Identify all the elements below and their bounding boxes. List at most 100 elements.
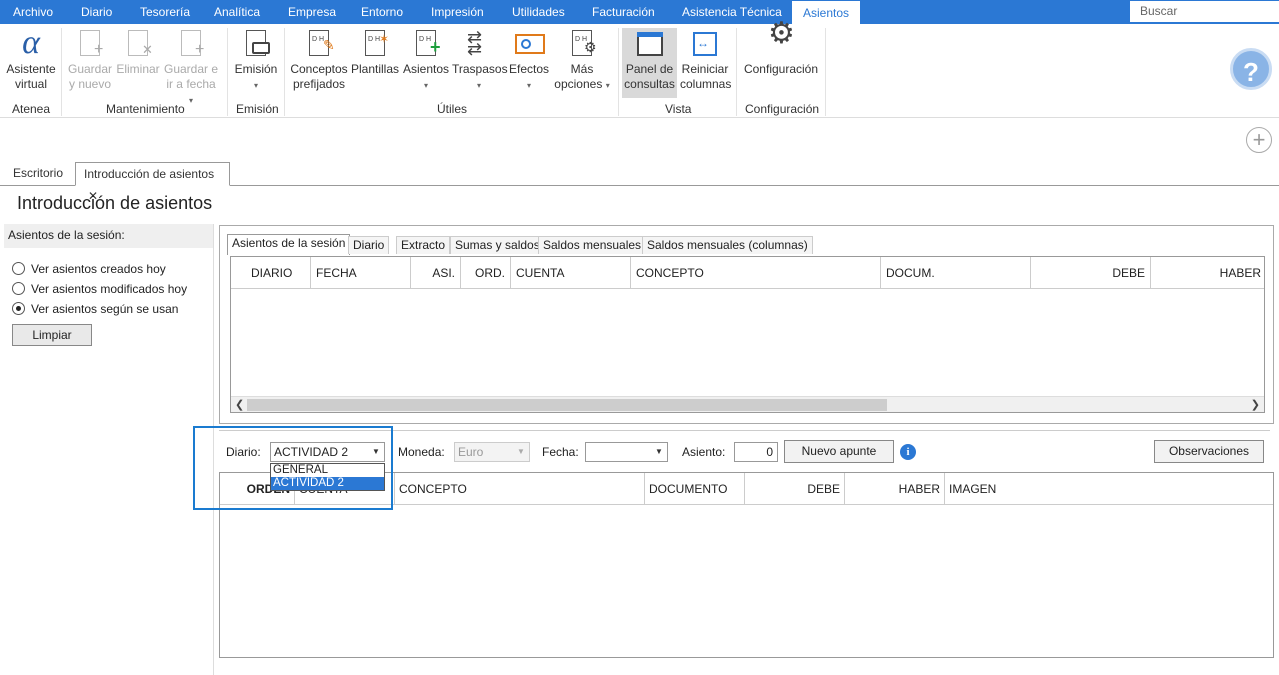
dropdown-arrow-icon[interactable]: ▼ bbox=[513, 443, 529, 461]
radio-label: Ver asientos modificados hoy bbox=[31, 282, 188, 296]
tab-sumas-saldos[interactable]: Sumas y saldos bbox=[450, 236, 545, 254]
scroll-left-icon[interactable]: ❮ bbox=[235, 397, 244, 412]
mas-opciones-button[interactable]: D H ⚙ Más opciones ▾ bbox=[552, 28, 612, 93]
asientos-button[interactable]: D H + Asientos ▾ bbox=[403, 28, 449, 93]
group-label-utiles: Útiles bbox=[437, 102, 468, 116]
tab-saldos-mensuales-columnas[interactable]: Saldos mensuales (columnas) bbox=[642, 236, 813, 254]
asiento-label: Asiento: bbox=[682, 445, 726, 459]
tab-asientos-sesion[interactable]: Asientos de la sesión bbox=[227, 234, 351, 255]
menu-tab-analitica[interactable]: Analítica bbox=[214, 0, 260, 24]
configuracion-button[interactable]: ⚙ Configuración bbox=[742, 17, 820, 77]
gear-icon: ⚙ bbox=[768, 17, 795, 50]
reiniciar-label-2: columnas bbox=[680, 77, 732, 91]
group-separator bbox=[227, 28, 228, 116]
chevron-down-icon: ▾ bbox=[605, 81, 610, 90]
column-header[interactable]: FECHA bbox=[311, 257, 411, 289]
observaciones-button[interactable]: Observaciones bbox=[1154, 440, 1264, 463]
eliminar-label: Eliminar bbox=[116, 62, 160, 76]
panel-consultas-button[interactable]: Panel de consultas bbox=[622, 28, 677, 98]
chevron-down-icon: ▾ bbox=[423, 81, 428, 90]
info-icon[interactable]: i bbox=[900, 444, 916, 460]
menu-tab-archivo[interactable]: Archivo bbox=[13, 0, 53, 24]
column-header[interactable]: CONCEPTO bbox=[395, 473, 645, 505]
tab-escritorio[interactable]: Escritorio bbox=[5, 162, 71, 186]
radio-segun-se-usan[interactable]: Ver asientos según se usan bbox=[12, 302, 178, 316]
nuevo-apunte-button[interactable]: Nuevo apunte bbox=[784, 440, 894, 463]
moneda-label: Moneda: bbox=[398, 445, 445, 459]
menu-tab-utilidades[interactable]: Utilidades bbox=[512, 0, 565, 24]
efectos-button[interactable]: Efectos ▾ bbox=[509, 28, 549, 93]
scrollbar-thumb[interactable] bbox=[247, 399, 887, 411]
asiento-input[interactable]: 0 bbox=[734, 442, 778, 462]
fecha-picker[interactable]: ▼ bbox=[585, 442, 668, 462]
fecha-label: Fecha: bbox=[542, 445, 579, 459]
column-header[interactable]: CONCEPTO bbox=[631, 257, 881, 289]
tab-extracto[interactable]: Extracto bbox=[396, 236, 451, 254]
dropdown-arrow-icon[interactable]: ▼ bbox=[651, 443, 667, 461]
reiniciar-columnas-button[interactable]: ↔ Reiniciar columnas bbox=[680, 28, 732, 92]
menu-tab-diario[interactable]: Diario bbox=[81, 0, 112, 24]
traspasos-button[interactable]: ⇄ ⇄ Traspasos ▾ bbox=[452, 28, 508, 93]
guardar-y-nuevo-button[interactable]: + Guardar y nuevo bbox=[67, 28, 113, 92]
mas-label-2: opciones bbox=[554, 77, 603, 91]
moneda-selected-value: Euro bbox=[458, 445, 484, 459]
tab-introduccion-asientos[interactable]: Introducción de asientos ✕ bbox=[75, 162, 230, 203]
session-panel: Asientos de la sesión: Ver asientos crea… bbox=[4, 224, 213, 675]
column-header[interactable]: DOCUM. bbox=[881, 257, 1031, 289]
chevron-down-icon: ▾ bbox=[188, 96, 193, 105]
document-edit-icon: D H ✎ bbox=[303, 28, 335, 60]
asistente-virtual-button[interactable]: α Asistente virtual bbox=[6, 26, 56, 92]
tab-diario[interactable]: Diario bbox=[348, 236, 390, 254]
radio-creados-hoy[interactable]: Ver asientos creados hoy bbox=[12, 262, 166, 276]
session-header: Asientos de la sesión: bbox=[4, 224, 213, 248]
column-header[interactable]: CUENTA bbox=[511, 257, 631, 289]
menu-tab-entorno[interactable]: Entorno bbox=[361, 0, 403, 24]
column-header[interactable]: ORD. bbox=[461, 257, 511, 289]
reiniciar-label-1: Reiniciar bbox=[681, 62, 729, 76]
eliminar-button[interactable]: ✕ Eliminar bbox=[116, 28, 160, 77]
radio-icon bbox=[12, 282, 25, 295]
guardar-ir-fecha-button[interactable]: + Guardar e ir a fecha ▾ bbox=[163, 28, 219, 108]
menu-tab-asistencia-tecnica[interactable]: Asistencia Técnica bbox=[682, 0, 782, 24]
menu-tab-tesoreria[interactable]: Tesorería bbox=[140, 0, 190, 24]
panel-label-2: consultas bbox=[624, 77, 675, 91]
asistente-label-2: virtual bbox=[14, 77, 47, 91]
document-delete-icon: ✕ bbox=[122, 28, 154, 60]
conceptos-prefijados-button[interactable]: D H ✎ Conceptos prefijados bbox=[290, 28, 348, 92]
horizontal-scrollbar[interactable]: ❮ ❯ bbox=[231, 396, 1264, 412]
column-header[interactable]: ASI. bbox=[411, 257, 461, 289]
column-header[interactable]: DEBE bbox=[745, 473, 845, 505]
emision-label: Emisión bbox=[234, 62, 278, 76]
conceptos-label-1: Conceptos bbox=[290, 62, 348, 76]
menu-tab-empresa[interactable]: Empresa bbox=[288, 0, 336, 24]
guardar-fecha-label-1: Guardar e bbox=[163, 62, 219, 76]
group-label-atenea: Atenea bbox=[12, 102, 51, 116]
column-header[interactable]: IMAGEN bbox=[945, 473, 1273, 505]
document-add-icon: + bbox=[175, 28, 207, 60]
column-header[interactable]: DEBE bbox=[1031, 257, 1151, 289]
moneda-select[interactable]: Euro ▼ bbox=[454, 442, 530, 462]
radio-modificados-hoy[interactable]: Ver asientos modificados hoy bbox=[12, 282, 187, 296]
menu-tab-asientos[interactable]: Asientos bbox=[791, 0, 862, 24]
session-entries-grid[interactable]: DIARIO FECHA ASI. ORD. CUENTA CONCEPTO D… bbox=[230, 256, 1265, 413]
column-header[interactable]: HABER bbox=[845, 473, 945, 505]
column-header[interactable]: DIARIO bbox=[231, 257, 311, 289]
search-input[interactable]: Buscar bbox=[1130, 1, 1279, 22]
tab-saldos-mensuales[interactable]: Saldos mensuales bbox=[538, 236, 647, 254]
add-tab-icon[interactable]: + bbox=[1246, 127, 1272, 153]
limpiar-button[interactable]: Limpiar bbox=[12, 324, 92, 346]
document-add-icon: + bbox=[74, 28, 106, 60]
plantillas-button[interactable]: D H ✶ Plantillas bbox=[351, 28, 399, 77]
column-header[interactable]: DOCUMENTO bbox=[645, 473, 745, 505]
scroll-right-icon[interactable]: ❯ bbox=[1251, 397, 1260, 412]
menu-tab-impresion[interactable]: Impresión bbox=[431, 0, 484, 24]
group-label-emision: Emisión bbox=[236, 102, 279, 116]
menu-tab-facturacion[interactable]: Facturación bbox=[592, 0, 655, 24]
column-header[interactable]: HABER bbox=[1151, 257, 1264, 289]
asientos-label: Asientos bbox=[403, 62, 450, 76]
help-icon[interactable]: ? bbox=[1230, 48, 1272, 90]
emision-button[interactable]: Emisión ▾ bbox=[233, 28, 279, 93]
bill-icon bbox=[513, 28, 545, 60]
ribbon: α Asistente virtual Atenea + Guardar y n… bbox=[0, 17, 1279, 118]
guardar-label-2: y nuevo bbox=[68, 77, 112, 91]
